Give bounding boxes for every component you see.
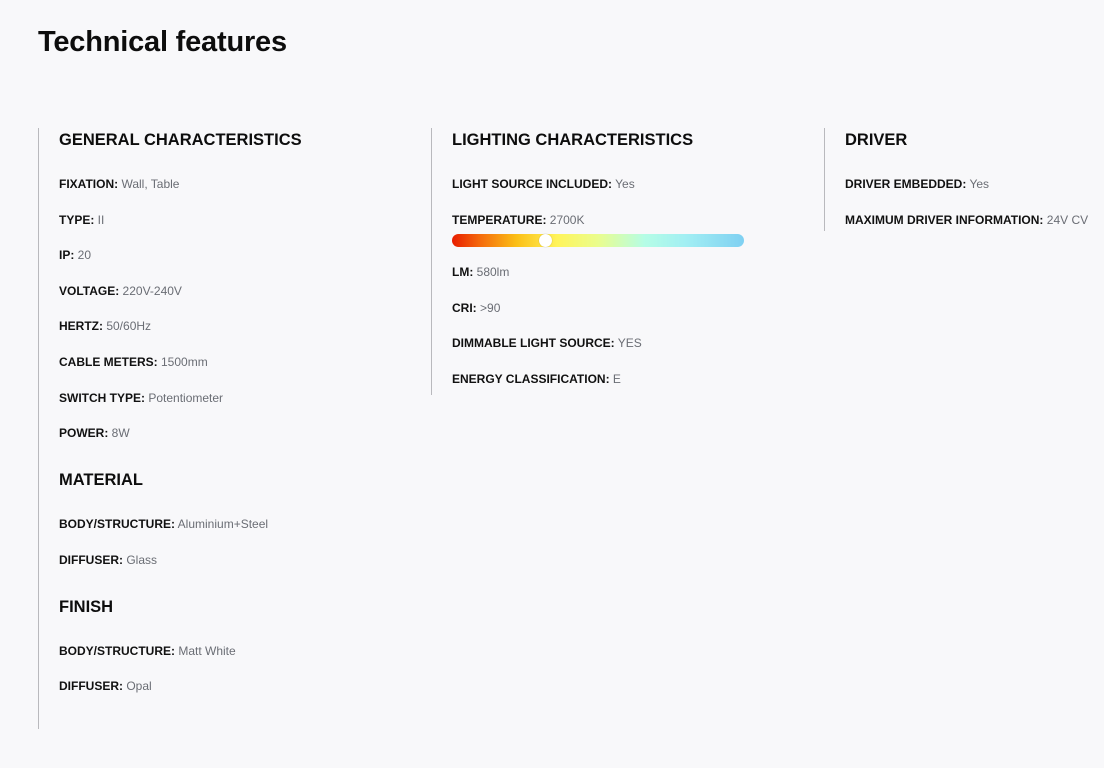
lighting-characteristics-list: LIGHT SOURCE INCLUDED: Yes TEMPERATURE: … (452, 175, 811, 388)
spec-energy-classification: ENERGY CLASSIFICATION: E (452, 370, 811, 388)
column-driver: DRIVER DRIVER EMBEDDED: Yes MAXIMUM DRIV… (824, 128, 1104, 231)
spec-value: Potentiometer (145, 390, 224, 405)
spec-ip: IP: 20 (59, 246, 418, 264)
spec-label: LIGHT SOURCE INCLUDED: (452, 177, 612, 191)
spec-value: 220V-240V (119, 283, 182, 298)
spec-driver-embedded: DRIVER EMBEDDED: Yes (845, 175, 1104, 193)
spec-material-body-structure: BODY/STRUCTURE: Aluminium+Steel (59, 515, 418, 533)
spec-value: 8W (108, 426, 130, 441)
spec-finish-body-structure: BODY/STRUCTURE: Matt White (59, 642, 418, 660)
spec-label: DIMMABLE LIGHT SOURCE: (452, 336, 615, 351)
driver-list: DRIVER EMBEDDED: Yes MAXIMUM DRIVER INFO… (845, 175, 1104, 229)
spec-label: BODY/STRUCTURE: (59, 643, 175, 658)
temperature-marker (538, 233, 552, 247)
finish-list: BODY/STRUCTURE: Matt White DIFFUSER: Opa… (59, 642, 418, 696)
spec-label: LM: (452, 265, 474, 280)
spec-label: SWITCH TYPE: (59, 390, 145, 405)
spec-voltage: VOLTAGE: 220V-240V (59, 282, 418, 300)
spec-switch-type: SWITCH TYPE: Potentiometer (59, 389, 418, 407)
general-characteristics-list: FIXATION: Wall, Table TYPE: II IP: 20 VO… (59, 175, 418, 442)
spec-value: Opal (123, 679, 152, 694)
column-lighting: LIGHTING CHARACTERISTICS LIGHT SOURCE IN… (431, 128, 811, 395)
spec-label: BODY/STRUCTURE: (59, 517, 175, 532)
page-title: Technical features (38, 26, 287, 58)
spec-value: 2700K (546, 212, 585, 227)
spec-lm: LM: 580lm (452, 263, 811, 281)
spec-value: Yes (966, 177, 990, 191)
spec-value: YES (614, 336, 642, 351)
section-title-lighting-characteristics: LIGHTING CHARACTERISTICS (452, 131, 694, 149)
spec-label: MAXIMUM DRIVER INFORMATION: (845, 212, 1044, 227)
spec-finish-diffuser: DIFFUSER: Opal (59, 677, 418, 695)
spec-label: CRI: (452, 300, 477, 315)
spec-cri: CRI: >90 (452, 299, 811, 317)
spec-label: IP: (59, 248, 75, 263)
spec-label: DIFFUSER: (59, 679, 123, 694)
column-general: GENERAL CHARACTERISTICS FIXATION: Wall, … (38, 128, 418, 729)
spec-value: Matt White (175, 643, 236, 658)
spec-label: ENERGY CLASSIFICATION: (452, 371, 610, 386)
spec-value: 20 (74, 248, 92, 263)
spec-label: TEMPERATURE: (452, 212, 547, 227)
spec-maximum-driver-information: MAXIMUM DRIVER INFORMATION: 24V CV (845, 211, 1104, 229)
spec-label: DIFFUSER: (59, 552, 123, 567)
spec-light-source-included: LIGHT SOURCE INCLUDED: Yes (452, 175, 811, 193)
section-title-general-characteristics: GENERAL CHARACTERISTICS (59, 131, 302, 149)
spec-label: TYPE: (59, 212, 95, 227)
spec-label: POWER: (59, 426, 109, 441)
spec-cable-meters: CABLE METERS: 1500mm (59, 353, 418, 371)
spec-label: VOLTAGE: (59, 283, 120, 298)
spec-temperature: TEMPERATURE: 2700K (452, 211, 811, 229)
section-title-material: MATERIAL (59, 471, 144, 490)
spec-value: E (609, 371, 621, 386)
section-title-finish: FINISH (59, 597, 114, 616)
spec-value: Aluminium+Steel (175, 517, 269, 532)
spec-label: DRIVER EMBEDDED: (845, 177, 967, 191)
spec-dimmable-light-source: DIMMABLE LIGHT SOURCE: YES (452, 334, 811, 352)
spec-type: TYPE: II (59, 211, 418, 229)
spec-value: Wall, Table (118, 177, 180, 191)
spec-label: FIXATION: (59, 177, 119, 191)
color-temperature-scale (452, 233, 744, 247)
spec-hertz: HERTZ: 50/60Hz (59, 317, 418, 335)
spec-value: 24V CV (1043, 212, 1089, 227)
spec-value: 50/60Hz (103, 319, 152, 334)
temperature-scale-row (452, 233, 811, 247)
spec-material-diffuser: DIFFUSER: Glass (59, 551, 418, 569)
spec-fixation: FIXATION: Wall, Table (59, 175, 418, 193)
spec-power: POWER: 8W (59, 424, 418, 442)
spec-label: CABLE METERS: (59, 354, 158, 369)
spec-value: Yes (612, 177, 635, 191)
spec-value: 580lm (473, 265, 510, 280)
spec-value: >90 (476, 300, 501, 315)
section-title-driver: DRIVER (845, 131, 908, 149)
spec-value: II (94, 212, 105, 227)
material-list: BODY/STRUCTURE: Aluminium+Steel DIFFUSER… (59, 515, 418, 569)
spec-value: Glass (123, 552, 158, 567)
spec-label: HERTZ: (59, 319, 103, 334)
spec-value: 1500mm (157, 354, 208, 369)
